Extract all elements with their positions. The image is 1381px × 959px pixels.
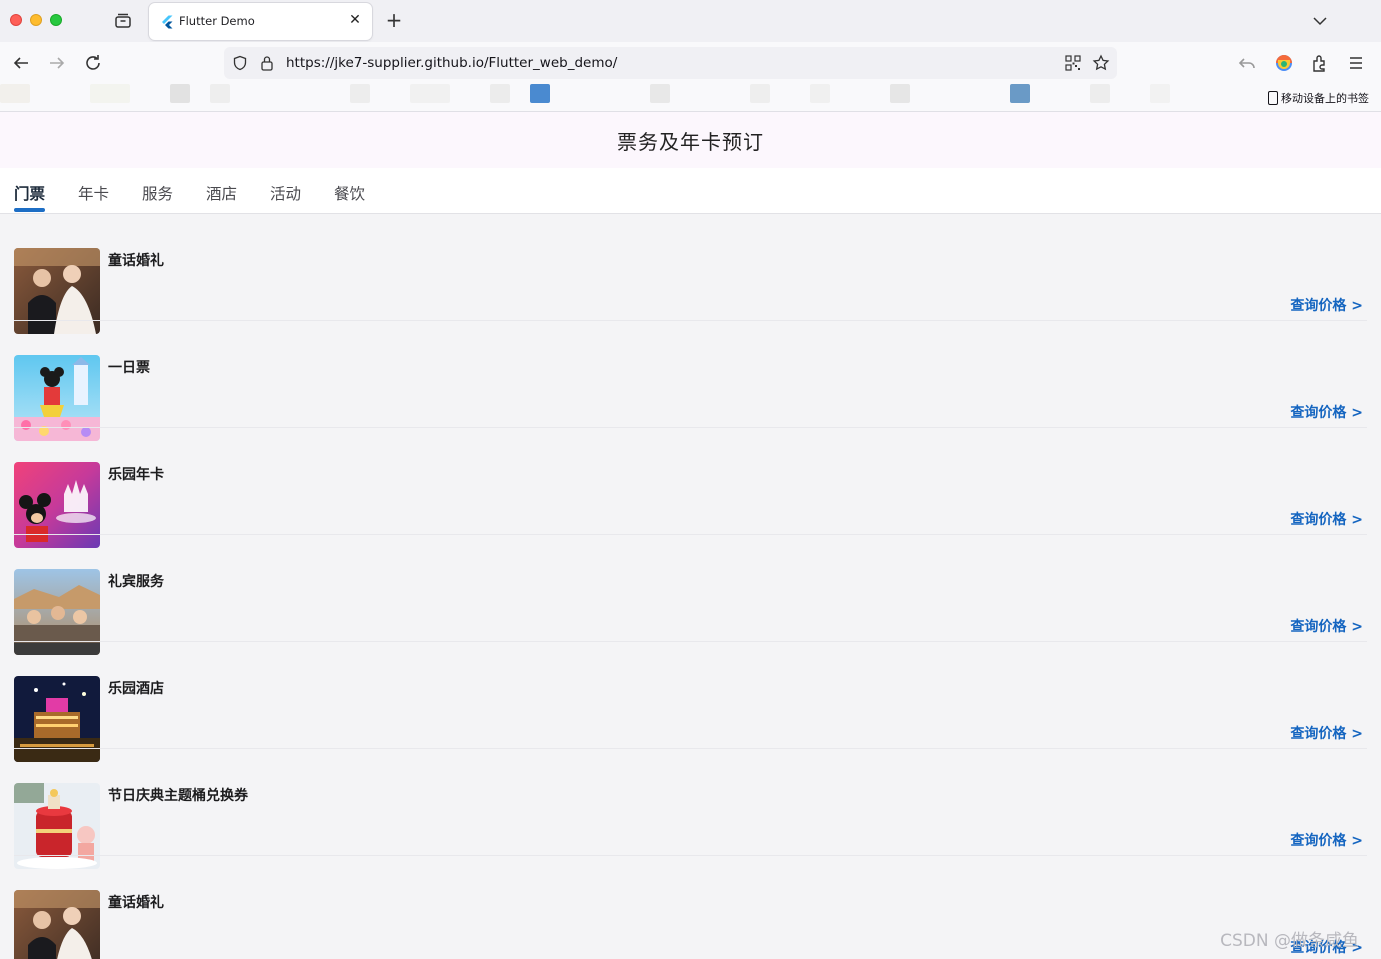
list-item[interactable]: 乐园酒店 查询价格 > — [0, 642, 1381, 762]
browser-tab[interactable]: Flutter Demo ✕ — [149, 3, 372, 40]
item-title: 乐园年卡 — [108, 467, 164, 483]
item-title: 童话婚礼 — [108, 253, 164, 269]
bookmarks-toolbar: 移动设备上的书签 — [0, 84, 1381, 112]
extensions-icon[interactable] — [1310, 53, 1330, 73]
list-item[interactable]: 一日票 查询价格 > — [0, 321, 1381, 441]
item-title: 节日庆典主题桶兑换券 — [108, 788, 248, 804]
mobile-device-icon — [1268, 91, 1278, 105]
undo-icon[interactable] — [1238, 53, 1258, 73]
list-item[interactable]: 童话婚礼 查询价格 > — [0, 214, 1381, 334]
blurred-bookmark[interactable] — [810, 84, 830, 103]
flutter-icon — [160, 14, 174, 29]
blurred-bookmark[interactable] — [1150, 84, 1170, 103]
app-bar: 票务及年卡预订 — [0, 112, 1381, 168]
browser-tab-bar: Flutter Demo ✕ + — [0, 0, 1381, 42]
blurred-bookmark[interactable] — [410, 84, 450, 103]
wedding-thumbnail — [14, 890, 100, 959]
blurred-bookmark[interactable] — [210, 84, 230, 103]
blurred-bookmark[interactable] — [0, 84, 30, 103]
app-page: 票务及年卡预订 门票 年卡 服务 酒店 活动 餐饮 童话婚礼 查询价格 > 一日… — [0, 112, 1381, 959]
blurred-bookmark[interactable] — [1010, 84, 1030, 103]
page-title: 票务及年卡预订 — [617, 129, 764, 154]
query-price-button[interactable]: 查询价格 > — [1290, 723, 1363, 743]
tab-title: Flutter Demo — [179, 14, 255, 28]
query-price-button[interactable]: 查询价格 > — [1290, 402, 1363, 422]
blurred-bookmark[interactable] — [530, 84, 550, 103]
tab-annual-pass[interactable]: 年卡 — [78, 182, 109, 204]
item-title: 童话婚礼 — [108, 895, 164, 911]
bookmark-star-icon[interactable] — [1092, 54, 1110, 72]
blurred-bookmark[interactable] — [490, 84, 510, 103]
address-bar[interactable]: https://jke7-supplier.github.io/Flutter_… — [224, 47, 1117, 79]
url-text[interactable]: https://jke7-supplier.github.io/Flutter_… — [286, 55, 617, 71]
qr-code-icon[interactable] — [1065, 55, 1081, 71]
blurred-bookmark[interactable] — [90, 84, 130, 103]
query-price-button[interactable]: 查询价格 > — [1290, 616, 1363, 636]
blurred-bookmark[interactable] — [350, 84, 370, 103]
list-item[interactable]: 礼宾服务 查询价格 > — [0, 535, 1381, 655]
mobile-bookmarks-label: 移动设备上的书签 — [1281, 92, 1369, 105]
browser-nav-bar: https://jke7-supplier.github.io/Flutter_… — [0, 42, 1381, 84]
item-title: 乐园酒店 — [108, 681, 164, 697]
category-tabs: 门票 年卡 服务 酒店 活动 餐饮 — [0, 168, 1381, 214]
item-title: 一日票 — [108, 360, 150, 376]
chevron-down-icon[interactable] — [1310, 11, 1330, 31]
blurred-bookmark[interactable] — [170, 84, 190, 103]
tab-activities[interactable]: 活动 — [270, 182, 301, 204]
blurred-bookmark[interactable] — [650, 84, 670, 103]
mobile-bookmarks-folder[interactable]: 移动设备上的书签 — [1268, 89, 1369, 107]
maximize-window-button[interactable] — [50, 14, 62, 26]
list-item[interactable]: 节日庆典主题桶兑换券 查询价格 > — [0, 749, 1381, 869]
tab-services[interactable]: 服务 — [142, 182, 173, 204]
blurred-bookmark[interactable] — [1090, 84, 1110, 103]
query-price-button[interactable]: 查询价格 > — [1290, 509, 1363, 529]
shield-icon[interactable] — [232, 55, 248, 71]
blurred-bookmark[interactable] — [750, 84, 770, 103]
list-item[interactable]: 童话婚礼 查询价格 > — [0, 856, 1381, 959]
tab-tickets[interactable]: 门票 — [14, 182, 45, 204]
tab-hotels[interactable]: 酒店 — [206, 182, 237, 204]
minimize-window-button[interactable] — [30, 14, 42, 26]
blurred-bookmark[interactable] — [890, 84, 910, 103]
query-price-button[interactable]: 查询价格 > — [1290, 830, 1363, 850]
csdn-watermark: CSDN @做条咸鱼 — [1220, 931, 1359, 951]
tab-manager-icon[interactable] — [113, 11, 133, 31]
tab-dining[interactable]: 餐饮 — [334, 182, 365, 204]
item-title: 礼宾服务 — [108, 574, 164, 590]
tab-close-icon[interactable]: ✕ — [347, 12, 363, 28]
active-tab-indicator — [14, 208, 45, 212]
back-icon[interactable] — [11, 53, 31, 73]
new-tab-button[interactable]: + — [384, 10, 404, 30]
lock-icon[interactable] — [260, 55, 274, 71]
forward-icon[interactable] — [47, 53, 67, 73]
close-window-button[interactable] — [10, 14, 22, 26]
reload-icon[interactable] — [83, 53, 103, 73]
list-item[interactable]: 乐园年卡 查询价格 > — [0, 428, 1381, 548]
menu-icon[interactable] — [1346, 53, 1366, 73]
account-avatar-icon[interactable] — [1274, 53, 1294, 73]
query-price-button[interactable]: 查询价格 > — [1290, 295, 1363, 315]
